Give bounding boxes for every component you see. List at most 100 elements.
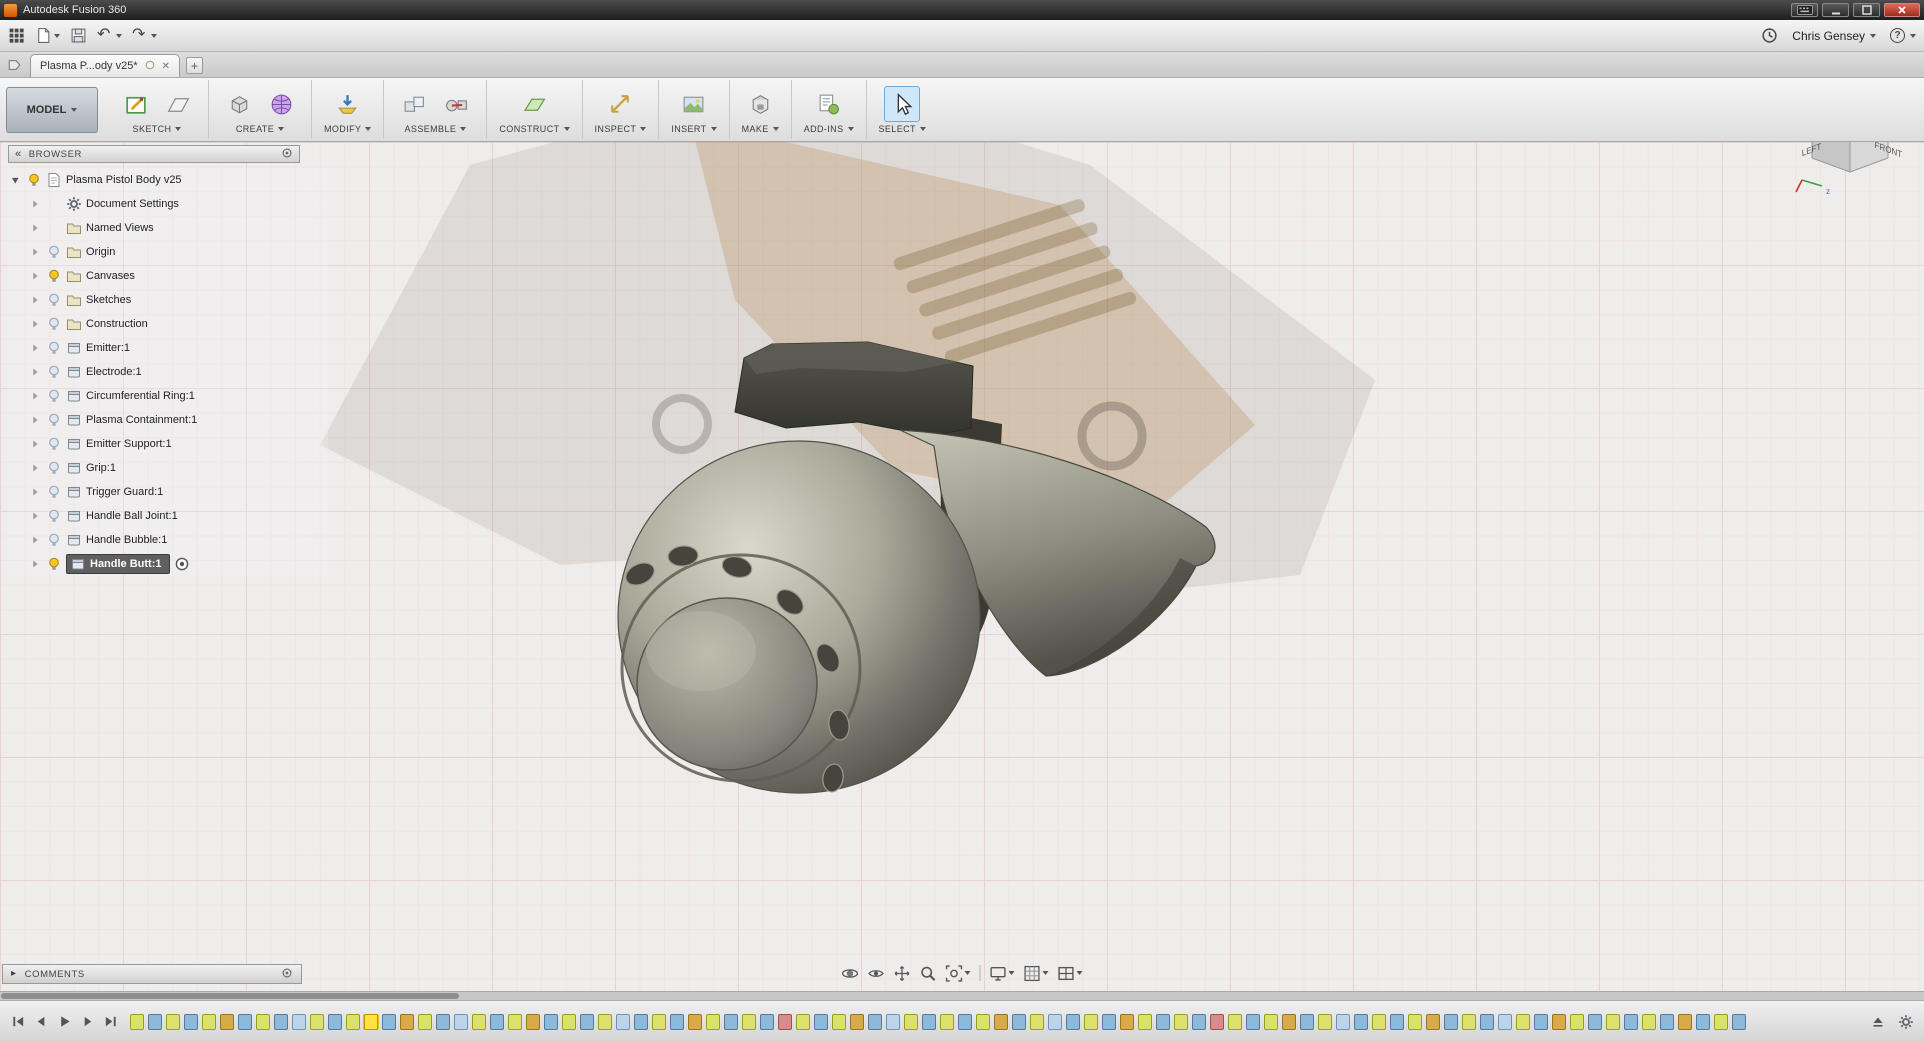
timeline-feature-sketch[interactable] <box>1372 1014 1386 1030</box>
browser-item-sketches[interactable]: Sketches <box>8 288 328 312</box>
timeline-feature-sketch[interactable] <box>562 1014 576 1030</box>
timeline-feature-extrude[interactable] <box>760 1014 774 1030</box>
3d-print-button[interactable] <box>742 86 778 122</box>
browser-item-canvases[interactable]: Canvases <box>8 264 328 288</box>
timeline-feature-sketch[interactable] <box>1516 1014 1530 1030</box>
selected-item-box[interactable]: Handle Butt:1 <box>66 554 170 574</box>
timeline-feature-sketch[interactable] <box>202 1014 216 1030</box>
timeline-feature-sketch[interactable] <box>256 1014 270 1030</box>
timeline-feature-extrude[interactable] <box>544 1014 558 1030</box>
expand--icon[interactable] <box>28 389 42 403</box>
timeline-feature-revolve[interactable] <box>220 1014 234 1030</box>
timeline-options-gear-icon[interactable] <box>1896 1012 1916 1032</box>
timeline-feature-extrude[interactable] <box>1444 1014 1458 1030</box>
expand--icon[interactable] <box>28 293 42 307</box>
close-button[interactable] <box>1884 3 1920 17</box>
expand--icon[interactable] <box>28 509 42 523</box>
visibility-bulb-icon[interactable] <box>46 412 62 428</box>
timeline-feature-sketch[interactable] <box>508 1014 522 1030</box>
help-menu-button[interactable]: ? <box>1890 28 1916 43</box>
timeline-feature-sketch[interactable] <box>418 1014 432 1030</box>
visibility-bulb-icon[interactable] <box>46 508 62 524</box>
expand--icon[interactable] <box>28 269 42 283</box>
timeline-feature-extrude[interactable] <box>958 1014 972 1030</box>
timeline-feature-sketch[interactable] <box>472 1014 486 1030</box>
sketch-plane-button[interactable] <box>160 86 196 122</box>
timeline-feature-extrude[interactable] <box>634 1014 648 1030</box>
ribbon-group-label[interactable]: SELECT <box>879 124 926 134</box>
step-forward-button[interactable] <box>77 1012 97 1032</box>
timeline-feature-revolve[interactable] <box>1120 1014 1134 1030</box>
timeline-feature-extrude[interactable] <box>1696 1014 1710 1030</box>
timeline-feature-fillet[interactable] <box>454 1014 468 1030</box>
expand-collapse-icon[interactable] <box>8 173 22 187</box>
timeline-feature-extrude[interactable] <box>1156 1014 1170 1030</box>
timeline-scrollbar-thumb[interactable] <box>1 993 459 999</box>
ribbon-group-label[interactable]: CONSTRUCT <box>499 124 569 134</box>
timeline-feature-fillet[interactable] <box>886 1014 900 1030</box>
timeline-feature-extrude[interactable] <box>580 1014 594 1030</box>
tab-close-icon[interactable]: ✕ <box>162 61 170 72</box>
minimize-button[interactable] <box>1822 3 1849 17</box>
timeline-feature-sketch[interactable] <box>1606 1014 1620 1030</box>
create-form-button[interactable] <box>263 86 299 122</box>
timeline-feature-extrude[interactable] <box>670 1014 684 1030</box>
expand--icon[interactable] <box>28 557 42 571</box>
timeline-feature-fillet[interactable] <box>1336 1014 1350 1030</box>
ribbon-group-label[interactable]: CREATE <box>236 124 284 134</box>
timeline-feature-extrude[interactable] <box>1624 1014 1638 1030</box>
timeline-feature-revolve[interactable] <box>994 1014 1008 1030</box>
expand--icon[interactable] <box>28 413 42 427</box>
activate-component-radio[interactable] <box>174 556 190 572</box>
ribbon-group-label[interactable]: MAKE <box>742 124 779 134</box>
timeline-feature-extrude[interactable] <box>1534 1014 1548 1030</box>
timeline-feature-extrude[interactable] <box>1102 1014 1116 1030</box>
timeline-feature-sketch[interactable] <box>1408 1014 1422 1030</box>
press-pull-button[interactable] <box>330 86 366 122</box>
ribbon-group-label[interactable]: ADD-INS <box>804 124 854 134</box>
expand--icon[interactable] <box>28 245 42 259</box>
ribbon-group-label[interactable]: ASSEMBLE <box>405 124 467 134</box>
expand--icon[interactable] <box>28 341 42 355</box>
timeline-feature-sketch[interactable] <box>1642 1014 1656 1030</box>
timeline-feature-extrude[interactable] <box>1246 1014 1260 1030</box>
new-component-button[interactable] <box>396 86 432 122</box>
timeline-feature-sketch[interactable] <box>1570 1014 1584 1030</box>
timeline-feature-extrude[interactable] <box>1390 1014 1404 1030</box>
timeline-feature-revolve[interactable] <box>400 1014 414 1030</box>
timeline-feature-sketch[interactable] <box>1264 1014 1278 1030</box>
go-to-end-button[interactable] <box>100 1012 120 1032</box>
expand-comments-icon[interactable]: ▸ <box>11 969 17 979</box>
browser-item-electrode-1[interactable]: Electrode:1 <box>8 360 328 384</box>
visibility-bulb-icon[interactable] <box>46 244 62 260</box>
insert-image-button[interactable] <box>676 86 712 122</box>
timeline-feature-sketch[interactable] <box>742 1014 756 1030</box>
timeline-feature-sketch[interactable] <box>1174 1014 1188 1030</box>
timeline-feature-extrude[interactable] <box>724 1014 738 1030</box>
viewports-button[interactable] <box>1058 964 1083 982</box>
browser-item-trigger-guard-1[interactable]: Trigger Guard:1 <box>8 480 328 504</box>
timeline-feature-sketch-current[interactable] <box>364 1014 378 1030</box>
job-status-clock-icon[interactable] <box>1761 25 1778 47</box>
timeline-feature-extrude[interactable] <box>1012 1014 1026 1030</box>
timeline-feature-extrude[interactable] <box>274 1014 288 1030</box>
timeline-feature-extrude[interactable] <box>1588 1014 1602 1030</box>
timeline-feature-extrude[interactable] <box>382 1014 396 1030</box>
display-settings-button[interactable] <box>990 964 1015 982</box>
timeline-feature-revolve[interactable] <box>1282 1014 1296 1030</box>
timeline-feature-extrude[interactable] <box>922 1014 936 1030</box>
joint-button[interactable] <box>438 86 474 122</box>
redo-button[interactable]: ↷ <box>132 25 157 47</box>
timeline-feature-sketch[interactable] <box>976 1014 990 1030</box>
browser-item-handle-butt-1[interactable]: Handle Butt:1 <box>8 552 328 576</box>
timeline-feature-extrude[interactable] <box>1354 1014 1368 1030</box>
timeline-feature-sketch[interactable] <box>130 1014 144 1030</box>
timeline-feature-sketch[interactable] <box>652 1014 666 1030</box>
visibility-bulb-icon[interactable] <box>46 436 62 452</box>
fit-button[interactable] <box>946 964 971 982</box>
timeline-feature-sketch[interactable] <box>1318 1014 1332 1030</box>
timeline-feature-sketch[interactable] <box>1084 1014 1098 1030</box>
timeline-feature-extrude[interactable] <box>238 1014 252 1030</box>
browser-item-plasma-pistol-body-v25[interactable]: Plasma Pistol Body v25 <box>8 168 328 192</box>
timeline-feature-sketch[interactable] <box>598 1014 612 1030</box>
